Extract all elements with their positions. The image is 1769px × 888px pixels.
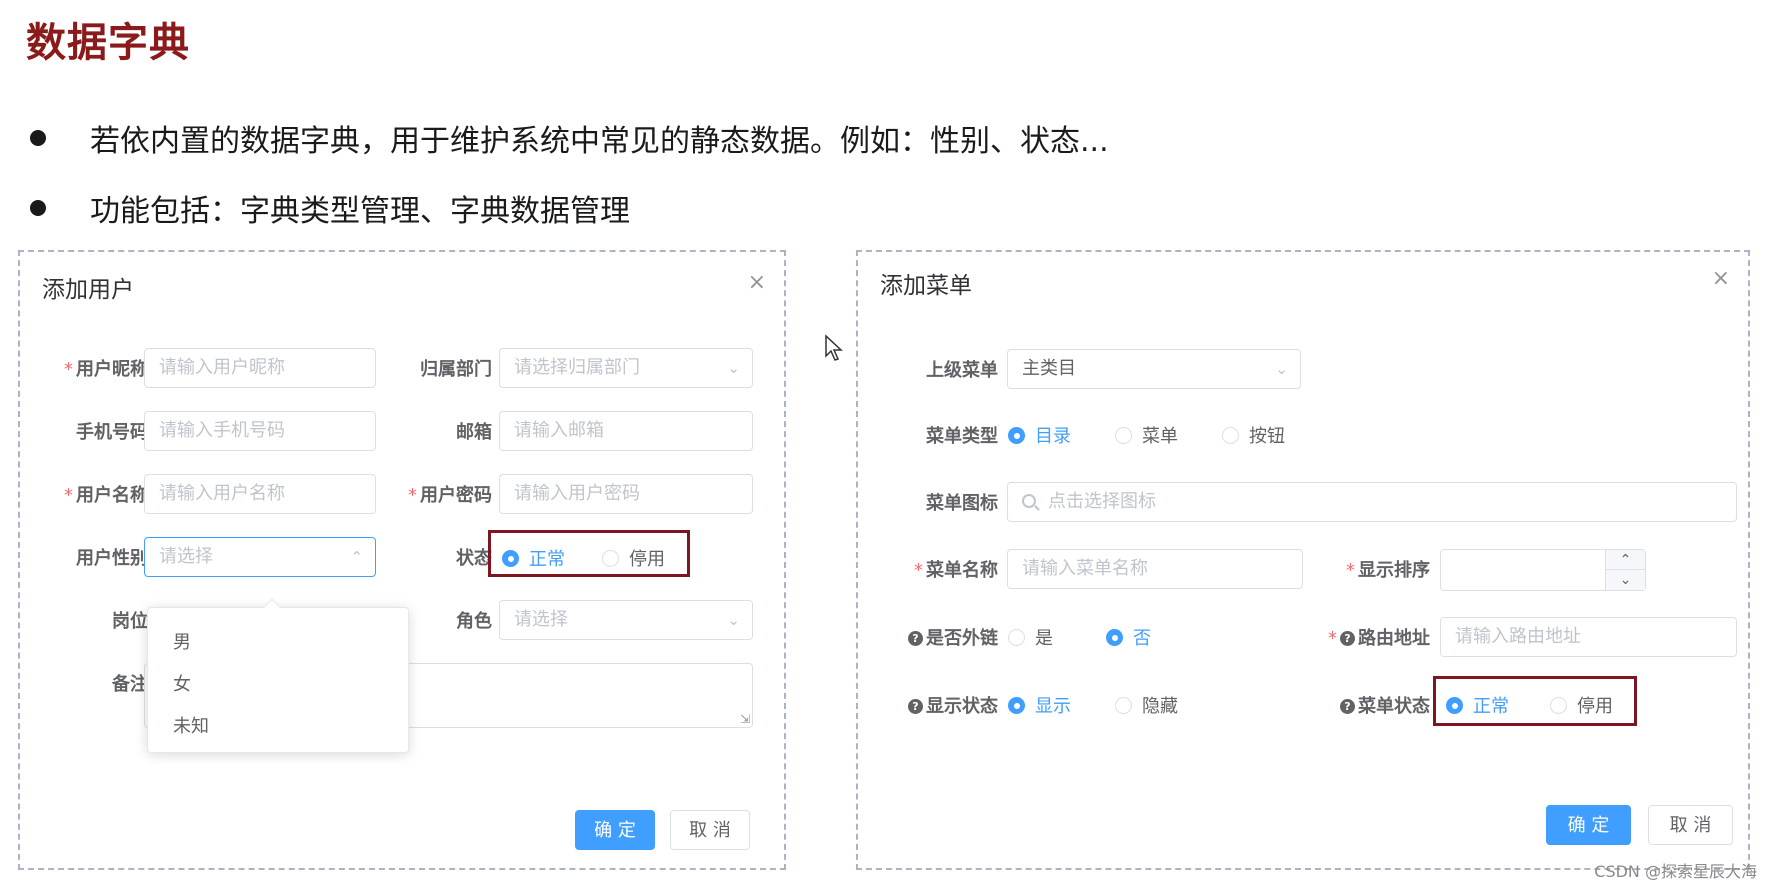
visible-radio-hide[interactable]: 隐藏 <box>1115 692 1178 718</box>
watermark: CSDN @探索星辰大海 <box>1594 862 1757 881</box>
chevron-up-icon[interactable]: ⌃ <box>1605 550 1645 570</box>
phone-label: 手机号码 <box>76 422 148 443</box>
external-link-label: ? 是否外链 <box>888 624 998 650</box>
email-input[interactable]: 请输入邮箱 <box>499 411 753 451</box>
cancel-button[interactable]: 取 消 <box>1648 805 1733 845</box>
dropdown-option[interactable]: 男 <box>173 628 191 654</box>
password-input[interactable]: 请输入用户密码 <box>499 474 753 514</box>
menu-icon-label: 菜单图标 <box>926 493 998 514</box>
highlight-box <box>488 530 690 577</box>
confirm-button[interactable]: 确 定 <box>575 810 655 850</box>
bullet-text: 若依内置的数据字典，用于维护系统中常见的静态数据。例如：性别、状态... <box>90 124 1109 159</box>
route-label: *? 路由地址 <box>1328 628 1430 649</box>
menu-type-radio-button[interactable]: 按钮 <box>1222 422 1285 448</box>
chevron-up-icon: ⌃ <box>350 548 363 566</box>
chevron-down-icon: ⌄ <box>1275 360 1288 378</box>
add-menu-dialog: 添加菜单 × 上级菜单 主类目 ⌄ 菜单类型 目录 菜单 按钮 菜单图标 点击选择… <box>856 250 1750 870</box>
chevron-down-icon: ⌄ <box>727 611 740 629</box>
resize-handle-icon[interactable]: ⇲ <box>740 712 750 726</box>
visible-radio-show[interactable]: 显示 <box>1008 692 1071 718</box>
menu-name-input[interactable]: 请输入菜单名称 <box>1007 549 1303 589</box>
menu-type-label: 菜单类型 <box>926 426 998 447</box>
question-icon: ? <box>1340 699 1355 714</box>
bullet-item: 功能包括：字典类型管理、字典数据管理 <box>26 186 630 230</box>
menu-icon-input[interactable]: 点击选择图标 <box>1007 482 1737 522</box>
slide-title: 数据字典 <box>26 20 190 66</box>
bullet-dot-icon <box>30 200 46 216</box>
menu-name-label: * 菜单名称 <box>914 560 998 581</box>
visible-label: ? 显示状态 <box>888 692 998 718</box>
search-icon <box>1022 494 1036 508</box>
dialog-title: 添加用户 <box>42 277 134 303</box>
mouse-cursor-icon <box>825 334 843 361</box>
status-label: 状态 <box>456 548 492 569</box>
bullet-text: 功能包括：字典类型管理、字典数据管理 <box>90 194 630 229</box>
dept-label: 归属部门 <box>420 359 492 380</box>
menu-status-label: ? 菜单状态 <box>1298 692 1430 718</box>
role-select[interactable]: 请选择 ⌄ <box>499 600 753 640</box>
gender-label: 用户性别 <box>76 548 148 569</box>
external-radio-no[interactable]: 否 <box>1106 624 1151 650</box>
dropdown-option[interactable]: 女 <box>173 670 191 696</box>
close-icon[interactable]: × <box>748 270 766 295</box>
sort-label: * 显示排序 <box>1346 560 1430 581</box>
highlight-box <box>1433 676 1637 726</box>
menu-type-radio-directory[interactable]: 目录 <box>1008 422 1071 448</box>
nickname-input[interactable]: 请输入用户昵称 <box>144 348 376 388</box>
parent-menu-label: 上级菜单 <box>926 360 998 381</box>
gender-dropdown: 男 女 未知 <box>147 598 409 753</box>
cancel-button[interactable]: 取 消 <box>670 810 750 850</box>
close-icon[interactable]: × <box>1712 266 1730 291</box>
route-input[interactable]: 请输入路由地址 <box>1440 617 1737 657</box>
username-label: * 用户名称 <box>64 485 148 506</box>
email-label: 邮箱 <box>456 422 492 443</box>
question-icon: ? <box>1340 631 1355 646</box>
chevron-down-icon: ⌄ <box>727 359 740 377</box>
dialog-title: 添加菜单 <box>880 273 972 299</box>
dept-select[interactable]: 请选择归属部门 ⌄ <box>499 348 753 388</box>
post-label: 岗位 <box>112 611 148 632</box>
question-icon: ? <box>908 631 923 646</box>
add-user-dialog: 添加用户 × * 用户昵称 请输入用户昵称 归属部门 请选择归属部门 ⌄ 手机号码 … <box>18 250 786 870</box>
nickname-label: * 用户昵称 <box>64 359 148 380</box>
question-icon: ? <box>908 699 923 714</box>
phone-input[interactable]: 请输入手机号码 <box>144 411 376 451</box>
bullet-item: 若依内置的数据字典，用于维护系统中常见的静态数据。例如：性别、状态... <box>26 116 1109 160</box>
password-label: * 用户密码 <box>408 485 492 506</box>
confirm-button[interactable]: 确 定 <box>1546 805 1631 845</box>
sort-stepper[interactable]: ⌃ ⌄ <box>1440 549 1646 591</box>
menu-type-radio-menu[interactable]: 菜单 <box>1115 422 1178 448</box>
gender-select[interactable]: 请选择 ⌃ <box>144 537 376 577</box>
parent-menu-select[interactable]: 主类目 ⌄ <box>1007 349 1301 389</box>
external-radio-yes[interactable]: 是 <box>1008 624 1053 650</box>
remark-label: 备注 <box>112 674 148 695</box>
username-input[interactable]: 请输入用户名称 <box>144 474 376 514</box>
dropdown-option[interactable]: 未知 <box>173 712 209 738</box>
chevron-down-icon[interactable]: ⌄ <box>1605 570 1645 590</box>
bullet-dot-icon <box>30 130 46 146</box>
